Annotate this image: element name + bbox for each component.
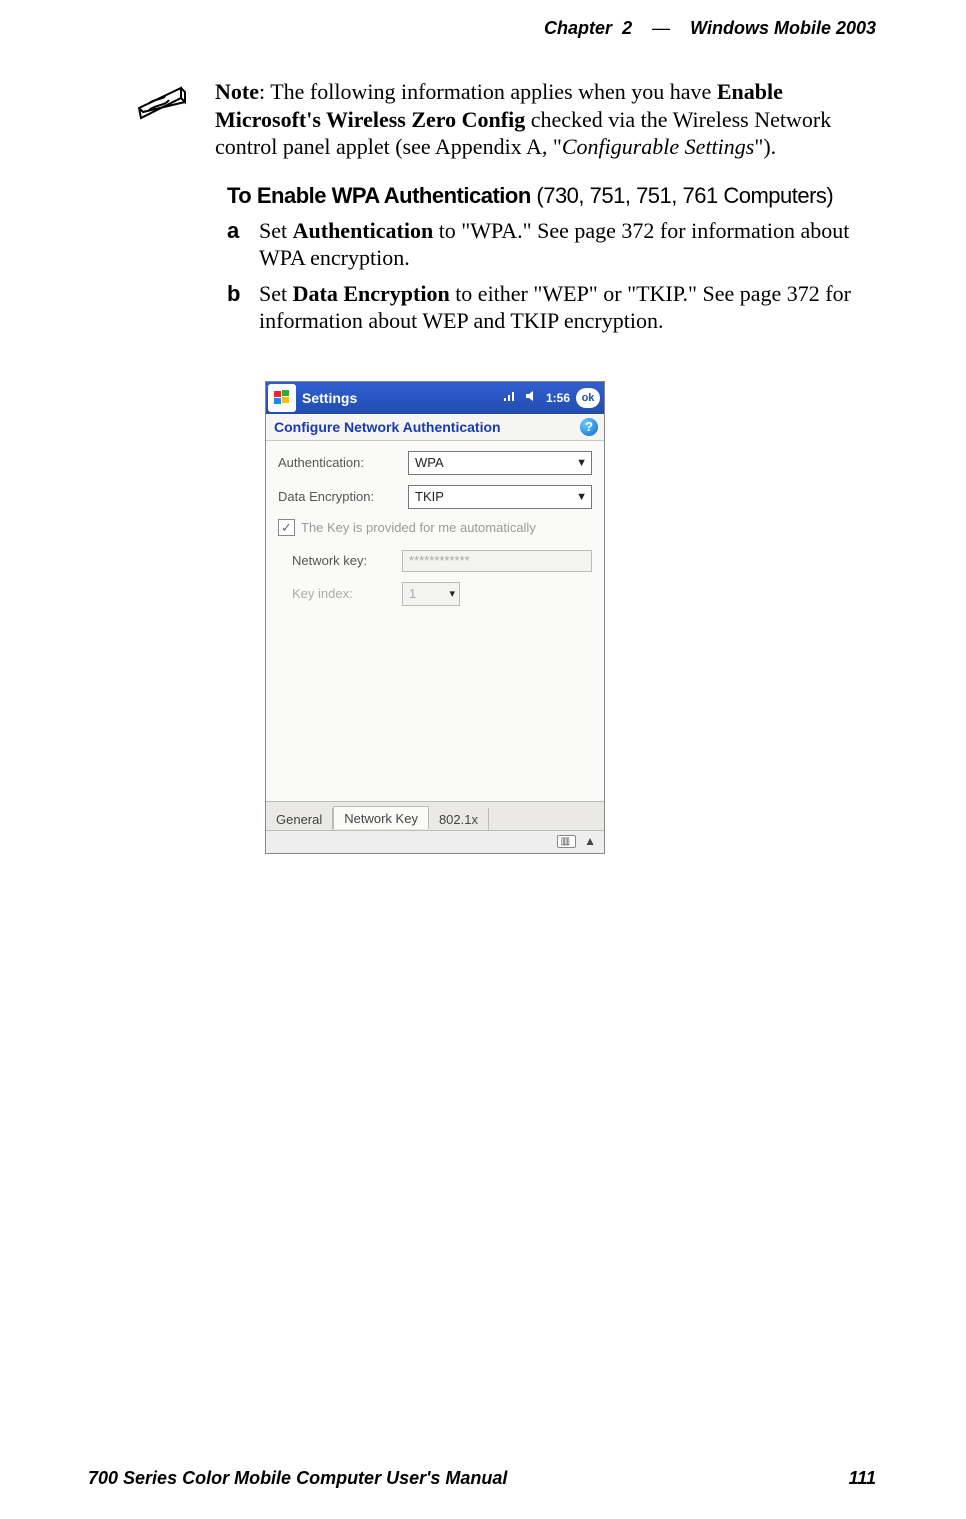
chapter-label: Chapter xyxy=(544,18,612,38)
page-footer: 700 Series Color Mobile Computer User's … xyxy=(88,1468,876,1489)
screenshot-mock: Settings 1:56 ok Configure Network Authe… xyxy=(265,381,605,854)
section-heading: To Enable WPA Authentication (730, 751, … xyxy=(227,183,876,209)
titlebar-title: Settings xyxy=(302,390,502,406)
step-a-body: Set Authentication to "WPA." See page 37… xyxy=(259,217,876,272)
step-b: b Set Data Encryption to either "WEP" or… xyxy=(227,280,876,335)
tab-8021x[interactable]: 802.1x xyxy=(429,808,489,830)
chevron-down-icon: ▾ xyxy=(449,587,455,600)
step-a-letter: a xyxy=(227,217,243,272)
auth-value: WPA xyxy=(415,455,444,470)
note-label: Note xyxy=(215,79,259,104)
note-text: Note: The following information applies … xyxy=(215,78,876,161)
checkbox-icon[interactable]: ✓ xyxy=(278,519,295,536)
note-t1: : The following information applies when… xyxy=(259,79,717,104)
help-icon[interactable]: ? xyxy=(580,418,598,436)
key-index-select[interactable]: 1 ▾ xyxy=(402,582,460,606)
auto-key-row[interactable]: ✓ The Key is provided for me automatical… xyxy=(278,519,592,536)
step-b-b1: Data Encryption xyxy=(293,281,450,306)
enc-row: Data Encryption: TKIP ▼ xyxy=(278,485,592,509)
titlebar-icons: 1:56 xyxy=(502,389,570,406)
note-block: Note: The following information applies … xyxy=(135,78,876,161)
chevron-down-icon: ▼ xyxy=(576,457,587,469)
tab-network-key[interactable]: Network Key xyxy=(333,806,429,829)
panel-body: Authentication: WPA ▼ Data Encryption: T… xyxy=(266,441,604,801)
step-b-letter: b xyxy=(227,280,243,335)
tab-general[interactable]: General xyxy=(266,808,333,830)
chapter-number: 2 xyxy=(622,18,632,38)
key-index-row: Key index: 1 ▾ xyxy=(278,582,592,606)
panel-title: Configure Network Authentication xyxy=(274,419,501,435)
auto-key-label: The Key is provided for me automatically xyxy=(301,520,536,535)
status-bar: ▥ ▲ xyxy=(266,830,604,853)
network-key-row: Network key: ************ xyxy=(278,550,592,572)
signal-icon[interactable] xyxy=(502,389,516,406)
section-heading-bold: To Enable WPA Authentication xyxy=(227,183,531,208)
tab-bar: General Network Key 802.1x xyxy=(266,801,604,830)
ok-button[interactable]: ok xyxy=(576,388,600,408)
section-heading-rest: (730, 751, 751, 761 Computers) xyxy=(531,183,833,208)
steps-list: a Set Authentication to "WPA." See page … xyxy=(227,217,876,335)
footer-manual-title: 700 Series Color Mobile Computer User's … xyxy=(88,1468,507,1489)
mock-window: Settings 1:56 ok Configure Network Authe… xyxy=(265,381,605,854)
auth-label: Authentication: xyxy=(278,455,408,470)
speaker-icon[interactable] xyxy=(524,389,538,406)
key-index-label: Key index: xyxy=(278,586,402,601)
page: Chapter 2 — Windows Mobile 2003 Note: Th… xyxy=(0,0,966,1519)
auth-row: Authentication: WPA ▼ xyxy=(278,451,592,475)
enc-value: TKIP xyxy=(415,489,444,504)
key-index-value: 1 xyxy=(409,586,416,601)
step-a: a Set Authentication to "WPA." See page … xyxy=(227,217,876,272)
clock-time[interactable]: 1:56 xyxy=(546,391,570,405)
note-italic1: Configurable Settings xyxy=(562,134,755,159)
network-key-input[interactable]: ************ xyxy=(402,550,592,572)
keyboard-icon[interactable]: ▥ xyxy=(557,835,576,848)
header-title: Windows Mobile 2003 xyxy=(690,18,876,38)
note-icon xyxy=(135,80,187,127)
network-key-label: Network key: xyxy=(278,553,402,568)
auth-select[interactable]: WPA ▼ xyxy=(408,451,592,475)
step-b-t1: Set xyxy=(259,281,293,306)
footer-page-number: 111 xyxy=(849,1468,876,1489)
enc-select[interactable]: TKIP ▼ xyxy=(408,485,592,509)
header-dash: — xyxy=(652,18,670,38)
step-b-body: Set Data Encryption to either "WEP" or "… xyxy=(259,280,876,335)
step-a-t1: Set xyxy=(259,218,293,243)
enc-label: Data Encryption: xyxy=(278,489,408,504)
page-header: Chapter 2 — Windows Mobile 2003 xyxy=(544,18,876,39)
note-t3: "). xyxy=(754,134,776,159)
start-flag-icon[interactable] xyxy=(268,384,296,412)
panel-title-row: Configure Network Authentication ? xyxy=(266,414,604,441)
step-a-b1: Authentication xyxy=(293,218,434,243)
content: Note: The following information applies … xyxy=(135,78,876,854)
titlebar: Settings 1:56 ok xyxy=(266,382,604,414)
chevron-down-icon: ▼ xyxy=(576,491,587,503)
up-arrow-icon[interactable]: ▲ xyxy=(584,834,596,849)
